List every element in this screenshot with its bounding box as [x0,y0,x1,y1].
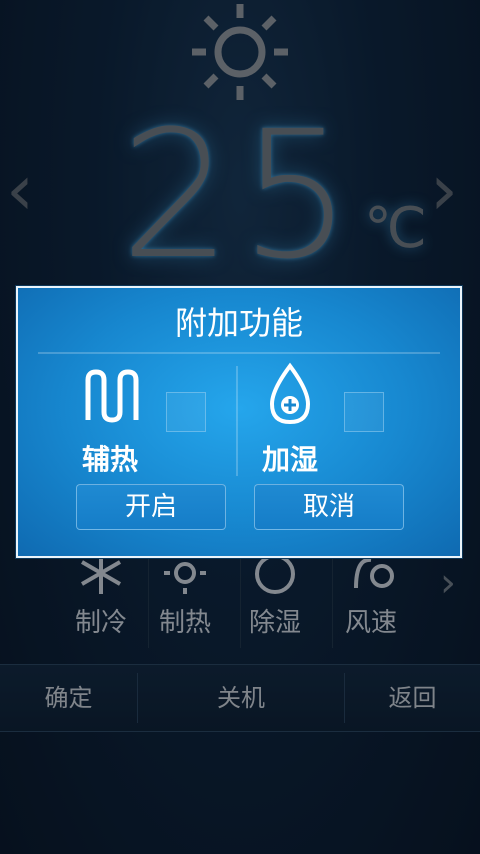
aux-heat-checkbox[interactable] [166,392,206,432]
cancel-button[interactable]: 取消 [254,484,404,530]
humidify-drop-icon [269,362,311,425]
heater-icon [85,369,139,423]
extra-functions-dialog: 附加功能 辅热 加湿 开启 取消 [16,286,462,558]
dialog-title: 附加功能 [174,304,303,342]
aux-heat-label: 辅热 [82,443,139,476]
humidify-checkbox[interactable] [344,392,384,432]
dialog-divider [38,352,440,354]
open-button[interactable]: 开启 [76,484,226,530]
humidify-label: 加湿 [262,443,319,476]
option-divider [236,366,238,476]
